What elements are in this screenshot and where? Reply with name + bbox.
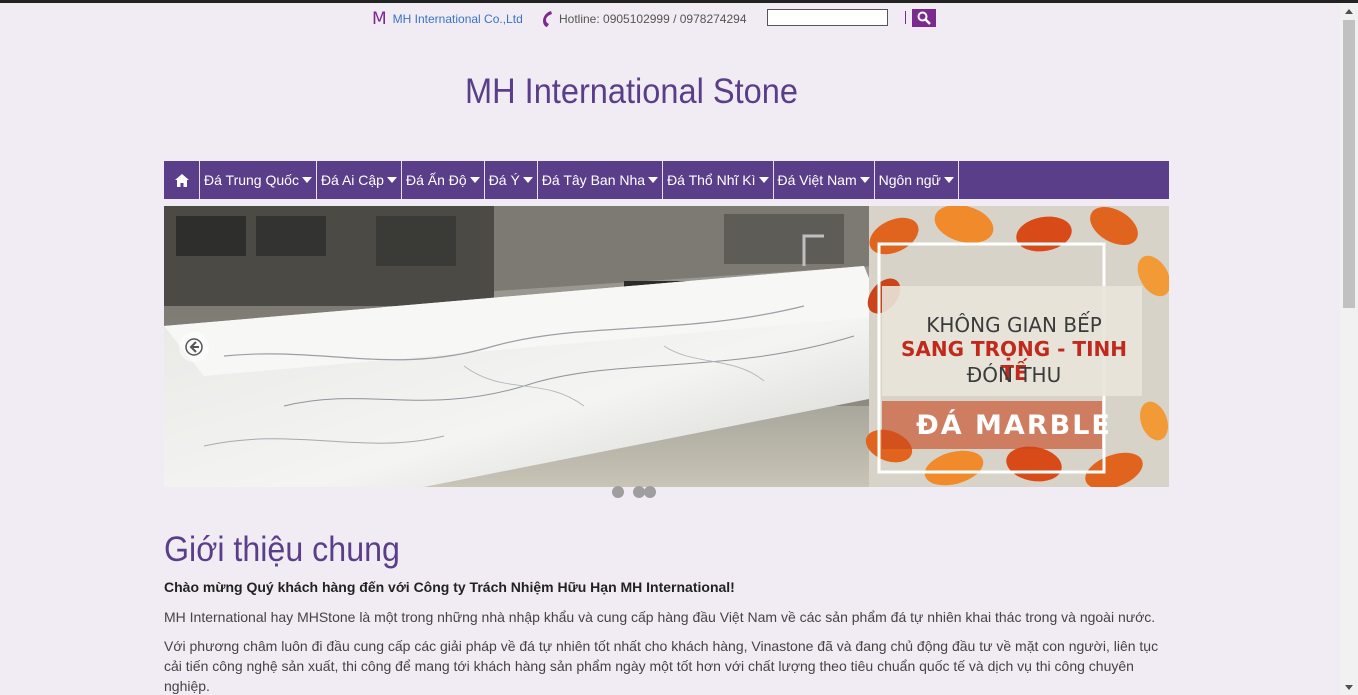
vertical-scrollbar[interactable] <box>1340 3 1358 695</box>
caret-down-icon <box>469 177 480 183</box>
nav-item-label: Đá Việt Nam <box>777 172 857 188</box>
topbar: M MH International Co.,Ltd Hotline: 0905… <box>0 9 1340 29</box>
nav-item-label: Đá Ai Cập <box>320 172 384 188</box>
promo-line-4: ĐÁ MARBLE <box>916 410 1112 441</box>
promo-line-3: ĐÓN THU <box>966 363 1062 387</box>
home-icon <box>174 173 189 187</box>
scroll-down-button[interactable] <box>1340 679 1358 695</box>
nav-item-label: Đá Ấn Độ <box>405 172 467 188</box>
search-input[interactable] <box>767 9 888 26</box>
nav-item-label: Đá Thổ Nhĩ Kì <box>667 172 756 188</box>
section-title: Giới thiệu chung <box>164 530 400 569</box>
arrow-left-icon <box>185 338 203 356</box>
scroll-up-button[interactable] <box>1340 3 1358 19</box>
company-name-link[interactable]: MH International Co.,Ltd <box>393 9 523 29</box>
nav-item-da-tho-nhi-ki[interactable]: Đá Thổ Nhĩ Kì <box>663 161 774 199</box>
intro-paragraph-1: MH International hay MHStone là một tron… <box>164 609 1156 625</box>
hero-slider[interactable]: KHÔNG GIAN BẾP SANG TRỌNG - TINH TẾ ĐÓN … <box>164 206 1169 487</box>
slider-dot[interactable] <box>612 486 624 498</box>
caret-down-icon <box>758 177 769 183</box>
slider-dots <box>612 486 658 498</box>
nav-item-label: Ngôn ngữ <box>878 172 941 188</box>
phone-icon <box>543 11 552 27</box>
intro-paragraph-2: Với phương châm luôn đi đầu cung cấp các… <box>164 638 1159 694</box>
nav-item-label: Đá Tây Ban Nha <box>541 172 646 188</box>
company-logo-icon: M <box>372 9 387 29</box>
main-nav: Đá Trung Quốc Đá Ai Cập Đá Ấn Độ Đá Ý Đá… <box>164 161 1169 199</box>
nav-item-ngon-ngu[interactable]: Ngôn ngữ <box>875 161 959 199</box>
triangle-down-icon <box>1345 684 1353 690</box>
scroll-thumb[interactable] <box>1343 20 1355 308</box>
hotline-text: Hotline: 0905102999 / 0978274294 <box>559 12 747 26</box>
promo-line-1: KHÔNG GIAN BẾP <box>926 313 1102 337</box>
caret-down-icon <box>522 177 533 183</box>
nav-item-da-trung-quoc[interactable]: Đá Trung Quốc <box>200 161 317 199</box>
nav-item-da-y[interactable]: Đá Ý <box>485 161 538 199</box>
search-icon <box>917 11 931 25</box>
nav-item-label: Đá Ý <box>488 172 520 188</box>
nav-item-da-ai-cap[interactable]: Đá Ai Cập <box>317 161 402 199</box>
triangle-up-icon <box>1345 8 1353 14</box>
caret-down-icon <box>648 177 659 183</box>
nav-item-label: Đá Trung Quốc <box>204 172 299 188</box>
nav-home[interactable] <box>164 161 200 199</box>
company-link[interactable]: M MH International Co.,Ltd <box>372 9 523 29</box>
slider-dot[interactable] <box>644 486 656 498</box>
nav-item-da-viet-nam[interactable]: Đá Việt Nam <box>774 161 875 199</box>
hotline: Hotline: 0905102999 / 0978274294 <box>541 9 747 29</box>
nav-item-da-an-do[interactable]: Đá Ấn Độ <box>402 161 485 199</box>
top-border <box>0 0 1358 3</box>
caret-down-icon <box>859 177 870 183</box>
nav-item-da-tay-ban-nha[interactable]: Đá Tây Ban Nha <box>538 161 664 199</box>
slider-prev-button[interactable] <box>179 332 209 362</box>
site-title: MH International Stone <box>465 72 798 111</box>
caret-down-icon <box>301 177 312 183</box>
search-separator <box>905 11 906 24</box>
caret-down-icon <box>386 177 397 183</box>
welcome-text: Chào mừng Quý khách hàng đến với Công ty… <box>164 579 735 595</box>
caret-down-icon <box>943 177 954 183</box>
search-button[interactable] <box>912 9 936 27</box>
